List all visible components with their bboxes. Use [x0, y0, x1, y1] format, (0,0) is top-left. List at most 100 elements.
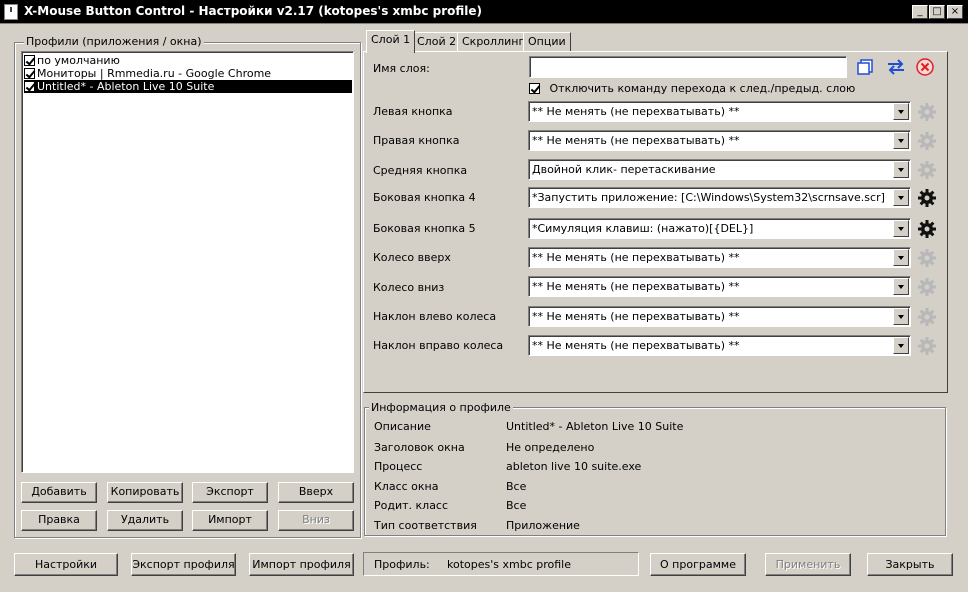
title-bar[interactable]: X-Mouse Button Control - Настройки v2.17… — [0, 0, 968, 24]
profile-checkbox[interactable] — [24, 81, 35, 92]
middle-button-label: Средняя кнопка — [373, 164, 468, 177]
select-value: ** Не менять (не перехватывать) ** — [532, 339, 740, 352]
import-profile-button[interactable]: Импорт профиля — [249, 553, 354, 576]
left-button-select[interactable]: ** Не менять (не перехватывать) ** — [528, 101, 911, 122]
profile-item-label: по умолчанию — [37, 54, 120, 67]
move-up-button[interactable]: Вверх — [278, 482, 354, 503]
add-profile-button[interactable]: Добавить — [21, 482, 97, 503]
info-match-type-value: Приложение — [506, 519, 580, 532]
profiles-listbox[interactable]: по умолчанию Мониторы | Rmmedia.ru - Goo… — [21, 51, 354, 473]
about-button[interactable]: О программе — [650, 553, 746, 576]
export-profile-button[interactable]: Экспорт профиля — [131, 553, 236, 576]
select-value: ** Не менять (не перехватывать) ** — [532, 280, 740, 293]
gear-icon — [917, 307, 937, 327]
info-description-label: Описание — [374, 420, 431, 433]
side-button-4-label: Боковая кнопка 4 — [373, 191, 476, 204]
side-button-5-select[interactable]: *Симуляция клавиш: (нажато)[{DEL}] — [528, 218, 911, 239]
info-parent-class-value: Все — [506, 499, 527, 512]
swap-layer-icon[interactable] — [885, 58, 907, 76]
tilt-right-select[interactable]: ** Не менять (не перехватывать) ** — [528, 335, 911, 356]
select-value: ** Не менять (не перехватывать) ** — [532, 310, 740, 323]
move-down-button[interactable]: Вниз — [278, 510, 354, 531]
tilt-right-label: Наклон вправо колеса — [373, 339, 504, 352]
edit-profile-button[interactable]: Правка — [21, 510, 97, 531]
chevron-down-icon[interactable] — [893, 337, 909, 354]
profile-value: kotopes's xmbc profile — [447, 558, 571, 571]
apply-button[interactable]: Применить — [765, 553, 851, 576]
chevron-down-icon[interactable] — [893, 308, 909, 325]
select-value: *Симуляция клавиш: (нажато)[{DEL}] — [532, 222, 754, 235]
wheel-up-select[interactable]: ** Не менять (не перехватывать) ** — [528, 247, 911, 268]
delete-profile-button[interactable]: Удалить — [107, 510, 183, 531]
left-button-label: Левая кнопка — [373, 105, 453, 118]
wheel-down-label: Колесо вниз — [373, 281, 445, 294]
info-match-type-label: Тип соответствия — [374, 519, 477, 532]
reset-layer-icon[interactable] — [915, 57, 935, 77]
profile-label: Профиль: — [374, 558, 430, 571]
chevron-down-icon[interactable] — [893, 189, 909, 206]
checkbox-icon[interactable] — [529, 83, 540, 94]
disable-layer-switch-checkbox[interactable]: Отключить команду перехода к след./преды… — [529, 82, 855, 95]
info-window-title-label: Заголовок окна — [374, 441, 465, 454]
tab-scrolling[interactable]: Скроллинг — [457, 32, 530, 52]
profile-item-default[interactable]: по умолчанию — [24, 54, 352, 67]
chevron-down-icon[interactable] — [893, 103, 909, 120]
chevron-down-icon[interactable] — [893, 132, 909, 149]
copy-profile-button[interactable]: Копировать — [107, 482, 183, 503]
wheel-down-select[interactable]: ** Не менять (не перехватывать) ** — [528, 276, 911, 297]
import-button[interactable]: Импорт — [192, 510, 268, 531]
profile-item-label: Мониторы | Rmmedia.ru - Google Chrome — [37, 67, 272, 80]
info-process-label: Процесс — [374, 460, 423, 473]
gear-icon — [917, 160, 937, 180]
info-window-title-value: Не определено — [506, 441, 595, 454]
chevron-down-icon[interactable] — [893, 278, 909, 295]
tab-layer-2[interactable]: Слой 2 — [412, 32, 462, 52]
tilt-left-label: Наклон влево колеса — [373, 310, 497, 323]
profile-info-group-label: Информация о профиле — [369, 401, 513, 414]
info-process-value: ableton live 10 suite.exe — [506, 460, 642, 473]
middle-button-select[interactable]: Двойной клик- перетаскивание — [528, 159, 911, 180]
select-value: Двойной клик- перетаскивание — [532, 163, 716, 176]
chevron-down-icon[interactable] — [893, 161, 909, 178]
right-button-label: Правая кнопка — [373, 134, 460, 147]
tilt-left-select[interactable]: ** Не менять (не перехватывать) ** — [528, 306, 911, 327]
right-button-select[interactable]: ** Не менять (не перехватывать) ** — [528, 130, 911, 151]
info-description-value: Untitled* - Ableton Live 10 Suite — [506, 420, 684, 433]
layer-name-input[interactable] — [529, 56, 847, 78]
side-button-4-select[interactable]: *Запустить приложение: [C:\Windows\Syste… — [528, 187, 911, 208]
minimize-button[interactable]: _ — [912, 5, 928, 19]
tab-options[interactable]: Опции — [523, 32, 571, 52]
select-value: ** Не менять (не перехватывать) ** — [532, 105, 740, 118]
profile-item-chrome[interactable]: Мониторы | Rmmedia.ru - Google Chrome — [24, 67, 352, 80]
close-window-button[interactable]: × — [947, 5, 963, 19]
window-title: X-Mouse Button Control - Настройки v2.17… — [24, 4, 483, 18]
side-button-5-label: Боковая кнопка 5 — [373, 222, 476, 235]
export-button[interactable]: Экспорт — [192, 482, 268, 503]
gear-icon — [917, 131, 937, 151]
current-profile-box: Профиль: kotopes's xmbc profile — [363, 552, 639, 576]
chevron-down-icon[interactable] — [893, 249, 909, 266]
info-window-class-value: Все — [506, 480, 527, 493]
maximize-button[interactable]: □ — [929, 5, 945, 19]
profile-item-ableton[interactable]: Untitled* - Ableton Live 10 Suite — [24, 80, 352, 93]
gear-icon — [917, 102, 937, 122]
disable-layer-switch-label: Отключить команду перехода к след./преды… — [549, 82, 856, 95]
gear-icon — [917, 336, 937, 356]
gear-icon — [917, 248, 937, 268]
select-value: ** Не менять (не перехватывать) ** — [532, 134, 740, 147]
select-value: *Запустить приложение: [C:\Windows\Syste… — [532, 191, 885, 204]
chevron-down-icon[interactable] — [893, 220, 909, 237]
app-icon — [4, 4, 18, 20]
wheel-up-label: Колесо вверх — [373, 251, 451, 264]
tab-layer-1[interactable]: Слой 1 — [366, 30, 416, 53]
gear-icon[interactable] — [917, 188, 937, 208]
profile-checkbox[interactable] — [24, 68, 35, 79]
select-value: ** Не менять (не перехватывать) ** — [532, 251, 740, 264]
copy-layer-icon[interactable] — [855, 58, 875, 76]
info-window-class-label: Класс окна — [374, 480, 439, 493]
profile-checkbox[interactable] — [24, 55, 35, 66]
close-button[interactable]: Закрыть — [867, 553, 953, 576]
profile-item-label: Untitled* - Ableton Live 10 Suite — [37, 80, 215, 93]
gear-icon[interactable] — [917, 219, 937, 239]
settings-button[interactable]: Настройки — [14, 553, 118, 576]
